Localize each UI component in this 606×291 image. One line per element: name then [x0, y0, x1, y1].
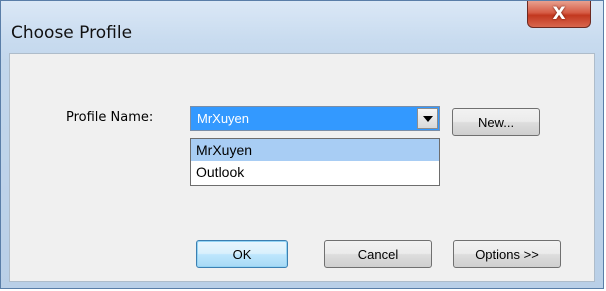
chevron-down-icon[interactable]: [417, 108, 438, 129]
profile-name-label: Profile Name:: [66, 110, 154, 125]
options-button[interactable]: Options >>: [453, 240, 561, 268]
dialog-body: Profile Name: MrXuyen MrXuyen Outlook Ne…: [9, 53, 595, 282]
profile-dropdown-list: MrXuyen Outlook: [190, 138, 440, 186]
new-profile-button[interactable]: New...: [452, 108, 540, 136]
profile-name-value: MrXuyen: [197, 111, 250, 126]
window-title: Choose Profile: [11, 23, 133, 43]
close-button[interactable]: X: [527, 1, 591, 28]
cancel-button[interactable]: Cancel: [324, 240, 432, 268]
close-icon: X: [552, 4, 566, 24]
profile-name-combobox[interactable]: MrXuyen: [190, 106, 440, 131]
title-bar[interactable]: Choose Profile X: [1, 1, 603, 53]
choose-profile-dialog: Choose Profile X Profile Name: MrXuyen M…: [0, 0, 604, 289]
dropdown-option-mrxuyen[interactable]: MrXuyen: [191, 139, 439, 161]
dropdown-option-outlook[interactable]: Outlook: [191, 161, 439, 183]
ok-button[interactable]: OK: [196, 240, 288, 268]
